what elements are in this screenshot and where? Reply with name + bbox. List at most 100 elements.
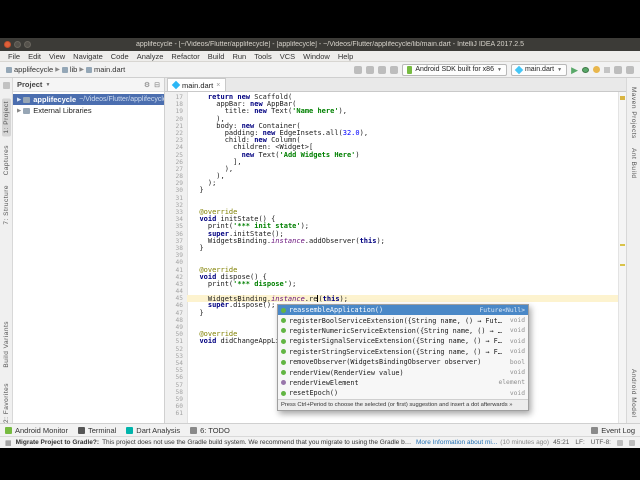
tool-window-button-1-project[interactable]: 1: Project [1, 98, 11, 137]
menu-item-edit[interactable]: Edit [24, 52, 45, 61]
menu-item-code[interactable]: Code [107, 52, 133, 61]
menu-item-window[interactable]: Window [299, 52, 334, 61]
line-number: 21 [175, 122, 183, 130]
menu-item-navigate[interactable]: Navigate [69, 52, 107, 61]
collapse-all-icon[interactable]: ⊟ [154, 81, 160, 89]
tool-window-button-android-model[interactable]: Android Model [630, 369, 637, 417]
code-text: WidgetsBinding.instance.addObserver(this… [191, 236, 385, 245]
close-button[interactable] [4, 41, 11, 48]
undo-icon[interactable] [378, 65, 387, 74]
menu-item-tools[interactable]: Tools [250, 52, 276, 61]
tool-window-button-2-favorites[interactable]: 2: Favorites [3, 383, 10, 423]
tool-window-button-7-structure[interactable]: 7: Structure [3, 185, 10, 225]
code-line[interactable]: 29 ); [165, 180, 618, 188]
tool-window-button-6-todo[interactable]: 6: TODO [190, 426, 230, 435]
redo-icon[interactable] [390, 65, 399, 74]
tool-window-button-maven-projects[interactable]: Maven Projects [630, 87, 637, 139]
project-panel-header[interactable]: Project ▼ ⚙ ⊟ [13, 78, 164, 92]
completion-item-renderview[interactable]: renderView(RenderView value) void [278, 367, 528, 377]
completion-item-registersignalserviceextension[interactable]: registerSignalServiceExtension({String n… [278, 336, 528, 346]
completion-label: registerStringServiceExtension({String n… [289, 347, 504, 356]
status-message-link[interactable]: More Information about mi... [416, 439, 497, 446]
completion-label: renderView(RenderView value) [289, 368, 404, 377]
completion-type: element [498, 379, 525, 387]
line-number: 22 [175, 129, 183, 137]
menu-item-refactor[interactable]: Refactor [167, 52, 203, 61]
tab-main-dart[interactable]: main.dart × [167, 78, 227, 91]
code-line[interactable]: 39 [165, 252, 618, 259]
menu-item-analyze[interactable]: Analyze [133, 52, 168, 61]
editor-scrollbar[interactable] [618, 92, 626, 423]
code-line[interactable]: 43 print('*** dispose'); [165, 280, 618, 288]
tool-window-button-captures[interactable]: Captures [3, 145, 10, 175]
breadcrumb-item-main-dart[interactable]: main.dart [85, 65, 125, 74]
project-tree-item-applifecycle[interactable]: ▶ applifecycle ~/Videos/Flutter/applifecyc… [13, 94, 164, 105]
maximize-button[interactable] [24, 41, 31, 48]
completion-item-renderviewelement[interactable]: renderViewElement element [278, 378, 528, 388]
tool-window-toggle-icon[interactable]: ▦ [5, 439, 12, 447]
completion-item-removeobserver[interactable]: removeObserver(WidgetsBindingObserver ob… [278, 357, 528, 367]
minimize-button[interactable] [14, 41, 21, 48]
code-line[interactable]: 61 [165, 410, 618, 417]
tool-window-buttons-right: Event Log [591, 426, 635, 435]
run-button[interactable]: ▶ [571, 65, 578, 74]
close-tab-icon[interactable]: × [216, 82, 220, 89]
lock-icon[interactable] [617, 439, 623, 446]
code-line[interactable]: 37 WidgetsBinding.instance.addObserver(t… [165, 236, 618, 245]
completion-item-resetepoch[interactable]: resetEpoch() void [278, 388, 528, 398]
device-selector-dropdown[interactable]: Android SDK built for x86 ▼ [402, 63, 507, 76]
hector-icon[interactable] [629, 439, 635, 446]
menu-bar: File Edit View Navigate Code Analyze Refactor B… [0, 51, 640, 62]
tool-window-button-build-variants[interactable]: Build Variants [3, 321, 10, 368]
run-config-dropdown[interactable]: main.dart ▼ [510, 63, 568, 76]
breadcrumb-item-applifecycle[interactable]: applifecycle [6, 65, 53, 74]
line-number: 41 [175, 266, 183, 274]
tool-window-button-ant-build[interactable]: Ant Build [630, 148, 637, 179]
completion-item-reassembleapplication[interactable]: reassembleApplication() Future<Null> [278, 305, 528, 316]
menu-item-file[interactable]: File [4, 52, 24, 61]
ide-window: applifecycle - [~/Videos/Flutter/applife… [0, 38, 640, 448]
menu-item-build[interactable]: Build [204, 52, 229, 61]
open-icon[interactable] [354, 65, 363, 74]
stop-button[interactable] [604, 66, 610, 73]
code-line[interactable]: 28 ), [165, 172, 618, 180]
menu-item-help[interactable]: Help [334, 52, 357, 61]
line-separator-indicator[interactable]: LF: [575, 439, 584, 446]
tool-window-icon[interactable] [2, 82, 10, 89]
inspection-indicator [620, 96, 625, 100]
code-line[interactable]: 19 title: new Text('Name here'), [165, 108, 618, 116]
code-line[interactable]: 38 } [165, 244, 618, 252]
tool-window-button-dart-analysis[interactable]: Dart Analysis [126, 426, 180, 435]
method-icon [281, 328, 286, 334]
tool-window-button-android-monitor[interactable]: Android Monitor [5, 426, 68, 435]
code-line[interactable]: 30 } [165, 187, 618, 195]
debug-button[interactable] [582, 66, 589, 73]
breadcrumb-item-lib[interactable]: lib [61, 65, 77, 74]
code-line[interactable]: 27 ), [165, 165, 618, 173]
menu-item-view[interactable]: View [45, 52, 69, 61]
completion-type: void [509, 337, 525, 345]
tool-window-button-terminal[interactable]: Terminal [77, 426, 116, 435]
completion-item-registerboolserviceextension[interactable]: registerBoolServiceExtension({String nam… [278, 315, 528, 325]
tool-window-button-event-log[interactable]: Event Log [591, 426, 635, 435]
cursor-position[interactable]: 45:21 [553, 439, 569, 446]
project-panel: Project ▼ ⚙ ⊟ ▶ applifecycle ~/Videos/Flut… [13, 78, 165, 423]
code-line[interactable]: 31 [165, 195, 618, 202]
completion-item-registerstringserviceextension[interactable]: registerStringServiceExtension({String n… [278, 347, 528, 357]
chevron-right-icon[interactable]: ▶ [17, 97, 21, 103]
encoding-indicator[interactable]: UTF-8: [591, 439, 611, 446]
line-number: 30 [175, 187, 183, 195]
code-line[interactable]: 44 [165, 288, 618, 295]
gear-icon[interactable]: ⚙ [144, 81, 150, 89]
search-icon[interactable] [614, 65, 622, 74]
hot-reload-button[interactable] [593, 66, 600, 73]
menu-item-vcs[interactable]: VCS [276, 52, 299, 61]
project-tree-item-external-libraries[interactable]: ▶ External Libraries [13, 105, 164, 116]
tool-window-bar: Android Monitor Terminal Dart Analysis 6: T… [0, 423, 640, 436]
dart-file-icon [171, 80, 181, 90]
settings-icon[interactable] [626, 65, 634, 74]
completion-item-registernumericserviceextension[interactable]: registerNumericServiceExtension({String … [278, 326, 528, 336]
menu-item-run[interactable]: Run [228, 52, 250, 61]
save-icon[interactable] [366, 65, 375, 74]
chevron-right-icon[interactable]: ▶ [17, 108, 21, 114]
